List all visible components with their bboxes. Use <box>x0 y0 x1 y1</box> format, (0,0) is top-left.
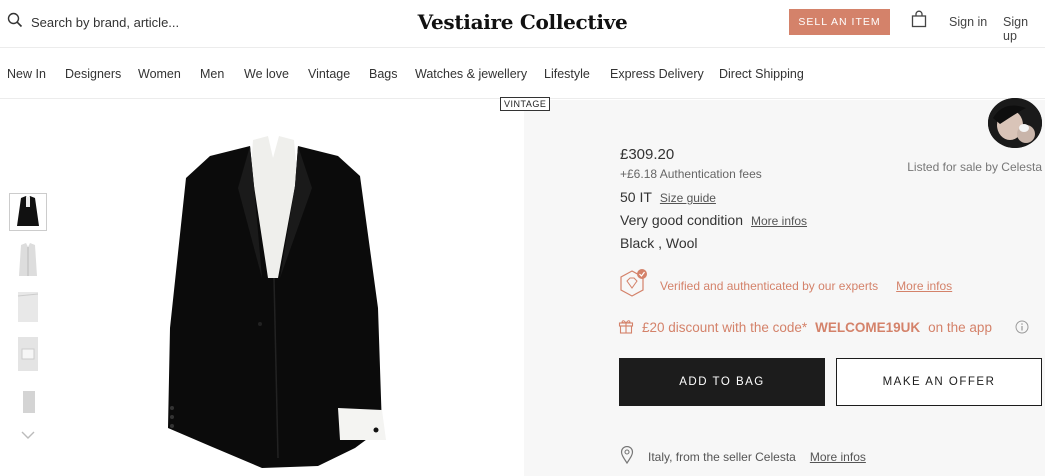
add-to-bag-button[interactable]: ADD TO BAG <box>619 358 825 406</box>
nav-watches-jewellery[interactable]: Watches & jewellery <box>415 67 527 81</box>
info-icon[interactable] <box>1015 320 1029 334</box>
sign-up-link[interactable]: Sign up <box>1003 15 1045 43</box>
site-header: Search by brand, article... Vestiaire Co… <box>0 0 1045 48</box>
authentication-fees: +£6.18 Authentication fees <box>620 167 762 181</box>
nav-direct-shipping[interactable]: Direct Shipping <box>719 67 804 81</box>
search-bar[interactable]: Search by brand, article... <box>7 12 179 33</box>
thumbnail-detail-3[interactable] <box>9 383 47 421</box>
search-icon[interactable] <box>7 12 23 33</box>
sign-in-link[interactable]: Sign in <box>949 15 987 29</box>
condition-more-infos-link[interactable]: More infos <box>751 214 807 228</box>
nav-express-delivery[interactable]: Express Delivery <box>610 67 704 81</box>
condition-row: Very good condition More infos <box>620 212 807 228</box>
discount-text: £20 discount with the code* <box>642 320 808 335</box>
search-input[interactable]: Search by brand, article... <box>31 15 179 30</box>
product-price: £309.20 <box>620 146 675 163</box>
verified-more-infos-link[interactable]: More infos <box>896 279 952 293</box>
shopping-bag-icon[interactable] <box>910 10 928 28</box>
discount-row: £20 discount with the code* WELCOME19UK … <box>618 318 992 337</box>
verified-text: Verified and authenticated by our expert… <box>660 278 879 293</box>
location-row: Italy, from the seller Celesta More info… <box>620 445 866 467</box>
discount-suffix: on the app <box>928 320 992 335</box>
product-size: 50 IT <box>620 189 652 205</box>
nav-designers[interactable]: Designers <box>65 67 121 81</box>
thumbnail-shirt[interactable] <box>9 241 47 279</box>
nav-we-love[interactable]: We love <box>244 67 289 81</box>
thumbnail-detail-1[interactable] <box>9 288 47 326</box>
seller-avatar[interactable] <box>988 98 1042 148</box>
chevron-down-icon[interactable] <box>20 428 36 440</box>
make-offer-button[interactable]: MAKE AN OFFER <box>836 358 1042 406</box>
nav-lifestyle[interactable]: Lifestyle <box>544 67 590 81</box>
discount-code: WELCOME19UK <box>815 320 921 335</box>
thumbnail-jacket-front[interactable] <box>9 193 47 231</box>
size-guide-link[interactable]: Size guide <box>660 191 716 205</box>
product-condition: Very good condition <box>620 212 743 228</box>
verified-row: Verified and authenticated by our expert… <box>618 268 952 303</box>
main-nav: New In Designers Women Men We love Vinta… <box>0 49 1045 99</box>
nav-vintage[interactable]: Vintage <box>308 67 350 81</box>
sell-item-button[interactable]: SELL AN ITEM <box>789 9 890 35</box>
nav-bags[interactable]: Bags <box>369 67 398 81</box>
diamond-badge-icon <box>618 268 648 303</box>
nav-new-in[interactable]: New In <box>7 67 46 81</box>
thumbnail-detail-2[interactable] <box>9 335 47 373</box>
nav-men[interactable]: Men <box>200 67 224 81</box>
size-row: 50 IT Size guide <box>620 189 716 205</box>
vintage-tag: VINTAGE <box>500 97 551 111</box>
product-main-image[interactable] <box>150 128 400 476</box>
location-pin-icon <box>620 445 634 467</box>
nav-women[interactable]: Women <box>138 67 181 81</box>
location-more-infos-link[interactable]: More infos <box>810 450 866 464</box>
seller-listed-label[interactable]: Listed for sale by Celesta <box>907 160 1042 174</box>
location-text: Italy, from the seller Celesta <box>648 449 796 464</box>
product-material: Black , Wool <box>620 235 698 251</box>
gift-icon <box>618 318 634 337</box>
